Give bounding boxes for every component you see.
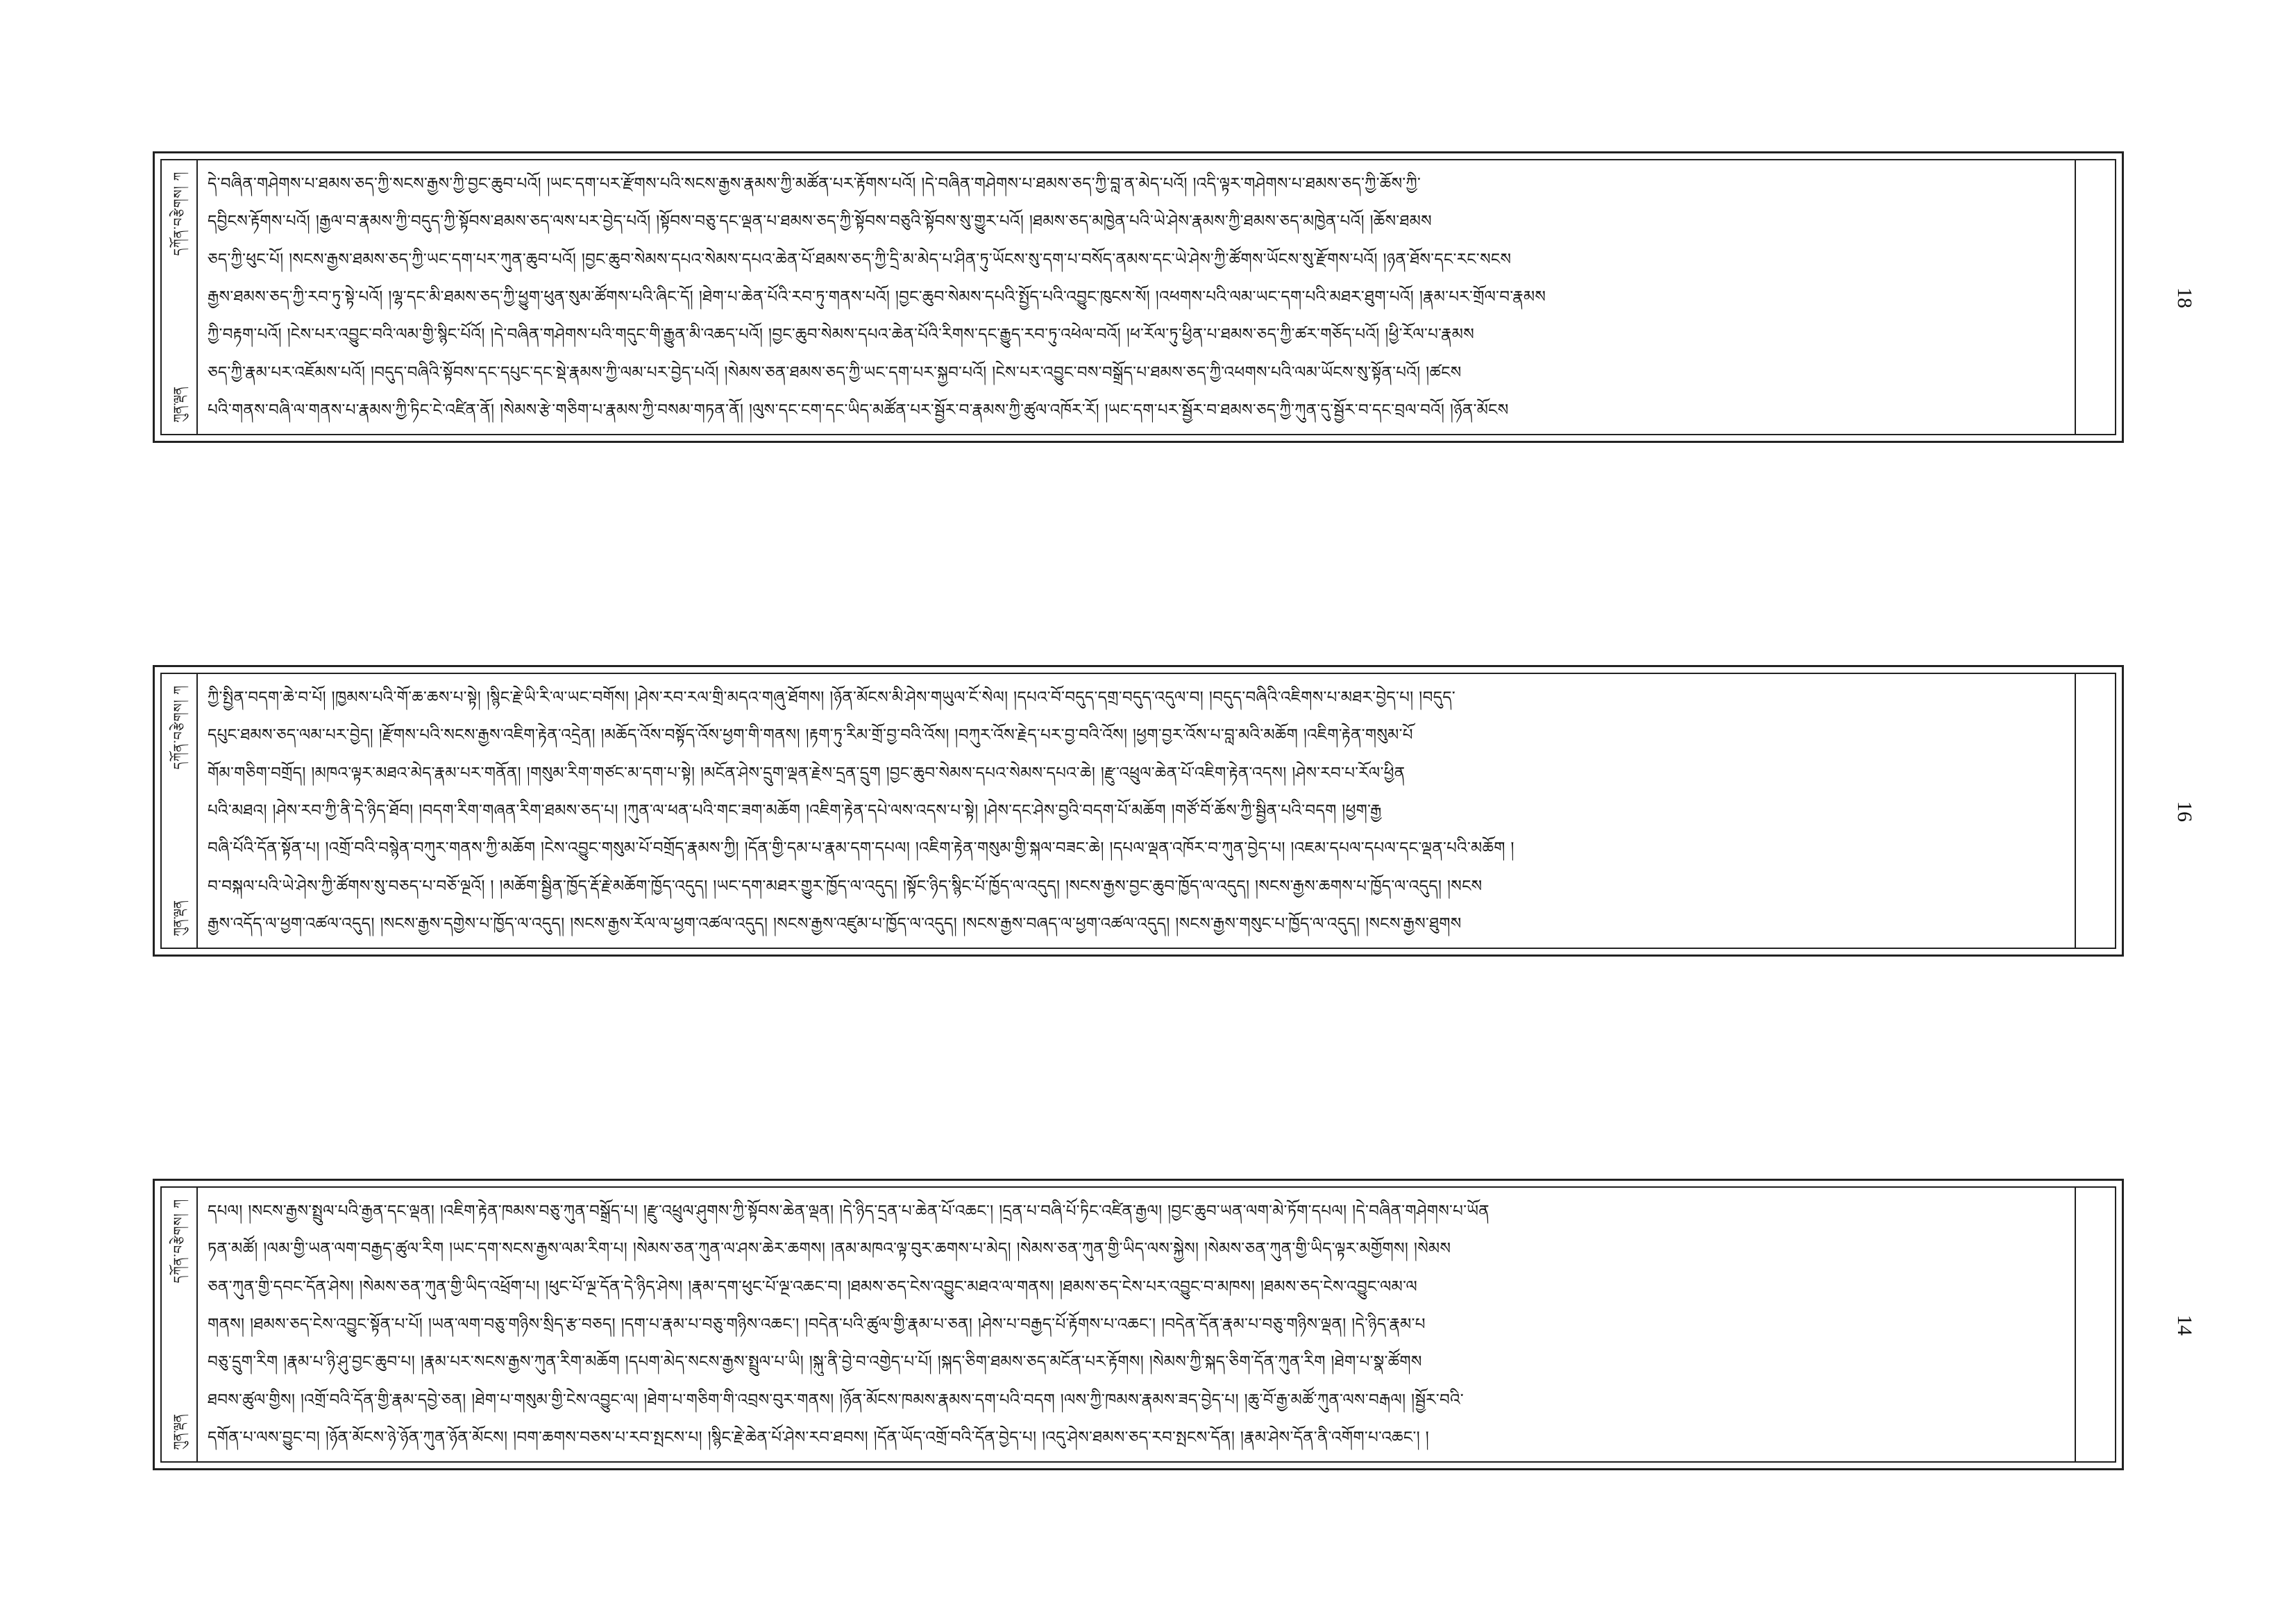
folio-page-16: དཀོན་བརྩེགས། ཀ ཀུན་ལྡན ཀྱི་སྤྱིན་བདག་ཆེ་… [153,665,2124,957]
text-line: དབྱིངས་རྟོགས་པའོ། །རྒྱལ་བ་རྣམས་ཀྱི་བདུད་… [208,212,1433,231]
margin-title: དཀོན་བརྩེགས། ཀ [171,1199,186,1284]
text-line: དགོན་པ་ལས་བྱུང་བ། །ཉོན་མོངས་ཉེ་ཉོན་ཀུན་ཉ… [208,1428,1430,1447]
text-line: གནས། །ཐམས་ཅད་ངེས་འབྱུང་སྟོན་པ་པོ། །ཡན་ལག… [208,1315,1426,1334]
text-line: ཀྱི་སྤྱིན་བདག་ཆེ་བ་པོ། །ཁྱམས་པའི་གོ་ཆ་ཆས… [208,689,1455,707]
text-line: རྒྱས་ཐམས་ཅད་ཀྱི་རབ་ཏུ་སྟེ་པའོ། །ལྷ་དང་མི… [208,287,1546,306]
margin-mark: ཀུན་ལྡན [171,900,186,936]
text-line: བ་བསྐལ་པའི་ཡེ་ཤེས་ཀྱི་ཚོགས་སུ་བཅད་པ་བཅོ་… [208,877,1483,895]
text-line: དེ་བཞིན་གཤེགས་པ་ཐམས་ཅད་ཀྱི་སངས་རྒྱས་ཀྱི་… [208,175,1421,193]
text-line: དཔལ། །སངས་རྒྱས་སྤྲུལ་པའི་རྒྱན་དང་ལྡན། །འ… [208,1202,1489,1220]
page-number: 18 [2173,287,2196,308]
text-block: དེ་བཞིན་གཤེགས་པ་ཐམས་ཅད་ཀྱི་སངས་རྒྱས་ཀྱི་… [208,170,2065,424]
text-line: བཅུ་དྲུག་རིག །རྣམ་པ་ཉི་ཤུ་བྱང་ཆུབ་པ། །རྣ… [208,1353,1422,1372]
text-line: རྒྱས་འདོད་ལ་ཕྱག་འཚལ་འདུད། །སངས་རྒྱས་དགྱེ… [208,914,1462,933]
folio-page-18: དཀོན་བརྩེགས། ཀ ཀུན་ལྡན དེ་བཞིན་གཤེགས་པ་ཐ… [153,151,2124,443]
page-number: 16 [2173,801,2196,822]
text-line: གོམ་གཅིག་བགྲོད། །མཁའ་ལྟར་མཐའ་མེད་རྣམ་པར་… [208,764,1406,782]
text-line: ཅད་ཀྱི་ཕུང་པོ། །སངས་རྒྱས་ཐམས་ཅད་ཀྱི་ཡང་ད… [208,250,1512,269]
margin-mark: ཀུན་ལྡན [171,387,186,423]
folio-frame: དཀོན་བརྩེགས། ཀ ཀུན་ལྡན དཔལ། །སངས་རྒྱས་སྤ… [160,1186,2116,1463]
folio-frame: དཀོན་བརྩེགས། ཀ ཀུན་ལྡན དེ་བཞིན་གཤེགས་པ་ཐ… [160,159,2116,435]
margin-title: དཀོན་བརྩེགས། ཀ [171,685,186,770]
right-margin [2075,160,2115,434]
left-margin: དཀོན་བརྩེགས། ཀ ཀུན་ལྡན [162,674,198,948]
text-line: དཔུང་ཐམས་ཅད་ལམ་པར་བྱེད། །རྫོགས་པའི་སངས་ར… [208,726,1413,745]
text-line: པའི་མཐའ། །ཤེས་རབ་ཀྱི་ནི་དེ་ཉིད་ཐོབ། །བདག… [208,801,1382,820]
margin-title: དཀོན་བརྩེགས། ཀ [171,171,186,256]
text-line: པའི་གནས་བཞི་ལ་གནས་པ་རྣམས་ཀྱི་ཏིང་ངེ་འཛིན… [208,401,1509,419]
text-line: ཀྱི་བརྟག་པའོ། །ངེས་པར་འབྱུང་བའི་ལམ་གྱི་ས… [208,326,1475,344]
text-line: བཞི་པོའི་དོན་སྟོན་པ། །འགྲོ་བའི་བསྙེན་བཀུ… [208,839,1514,858]
margin-mark: ཀུན་ལྡན [171,1414,186,1450]
text-line: ཐབས་ཚུལ་གྱིས། །འགྲོ་བའི་དོན་གྱི་རྣམ་དབྱེ… [208,1390,1464,1409]
text-line: ཅད་ཀྱི་རྣམ་པར་འཇོམས་པའོ། །བདུད་བཞིའི་སྟོ… [208,363,1462,382]
text-block: དཔལ། །སངས་རྒྱས་སྤྲུལ་པའི་རྒྱན་དང་ལྡན། །འ… [208,1197,2065,1452]
folio-frame: དཀོན་བརྩེགས། ཀ ཀུན་ལྡན ཀྱི་སྤྱིན་བདག་ཆེ་… [160,673,2116,949]
left-margin: དཀོན་བརྩེགས། ཀ ཀུན་ལྡན [162,1188,198,1461]
right-margin [2075,674,2115,948]
folio-page-14: དཀོན་བརྩེགས། ཀ ཀུན་ལྡན དཔལ། །སངས་རྒྱས་སྤ… [153,1179,2124,1470]
text-line: ཅན་ཀུན་གྱི་དབང་དོན་ཤེས། །སེམས་ཅན་ཀུན་གྱི… [208,1277,1418,1296]
page-number: 14 [2173,1315,2196,1336]
text-block: ཀྱི་སྤྱིན་བདག་ཆེ་བ་པོ། །ཁྱམས་པའི་གོ་ཆ་ཆས… [208,684,2065,938]
right-margin [2075,1188,2115,1461]
text-line: ཏན་མཚོ། །ལམ་གྱི་ཡན་ལག་བརྒྱད་ཚུལ་རིག །ཡང་… [208,1240,1451,1259]
left-margin: དཀོན་བརྩེགས། ཀ ཀུན་ལྡན [162,160,198,434]
